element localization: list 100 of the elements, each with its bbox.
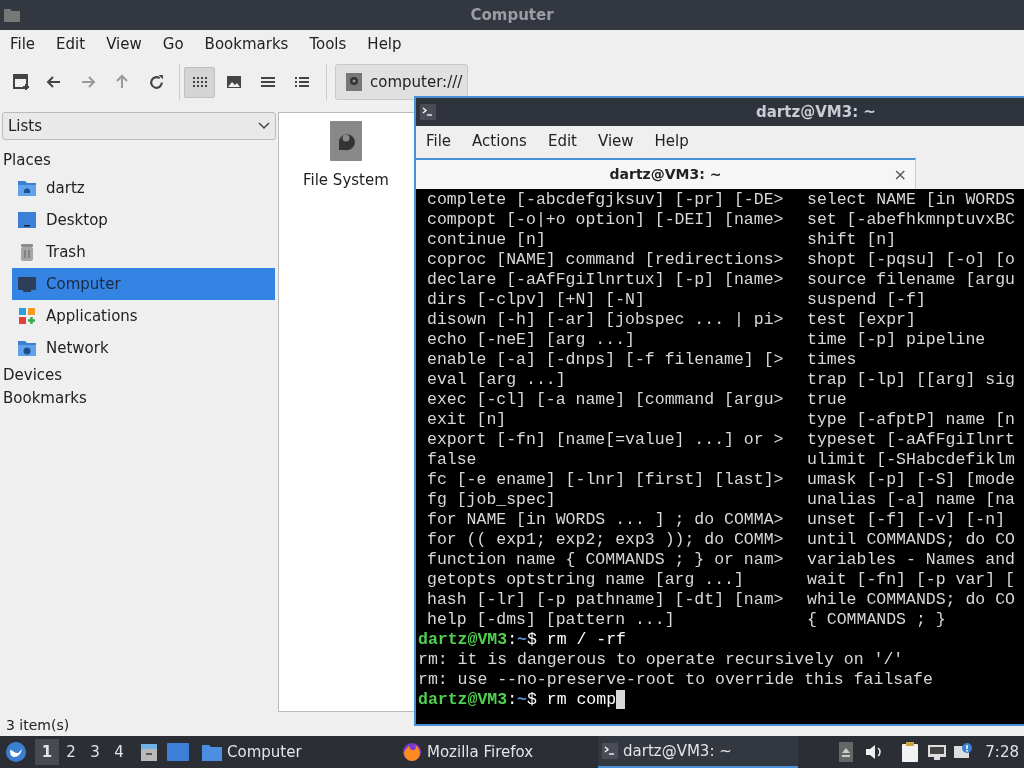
grid-icon bbox=[191, 74, 208, 90]
clipboard-icon[interactable] bbox=[901, 742, 920, 762]
terminal-line: fg [job_spec] bbox=[427, 490, 557, 510]
menu-item[interactable]: Edit bbox=[547, 129, 577, 153]
terminal-line: variables - Names and bbox=[807, 550, 1015, 570]
clock[interactable]: 7:28 bbox=[985, 740, 1019, 764]
network-icon[interactable] bbox=[927, 743, 948, 761]
terminal-line: wait [-fn] [-p var] [ bbox=[807, 570, 1015, 590]
desktop-icon bbox=[17, 210, 37, 230]
terminal-line: source filename [argu bbox=[807, 270, 1015, 290]
monitor-icon bbox=[17, 274, 37, 294]
section-heading: Bookmarks bbox=[2, 388, 88, 409]
terminal-line: while COMMANDS; do CO bbox=[807, 590, 1015, 610]
terminal-line: hash [-lr] [-p pathname] [-dt] [nam> bbox=[427, 590, 785, 610]
menu-item[interactable]: Go bbox=[162, 32, 184, 56]
menu-item[interactable]: Bookmarks bbox=[204, 32, 289, 56]
terminal-line: compopt [-o|+o option] [-DEI] [name> bbox=[427, 210, 785, 230]
menu-item[interactable]: Edit bbox=[56, 32, 86, 56]
terminal-line: until COMMANDS; do CO bbox=[807, 530, 1015, 550]
terminal-line: unalias [-a] name [na bbox=[807, 490, 1015, 510]
sidebar-item[interactable]: Trash bbox=[12, 236, 275, 268]
menu-item[interactable]: File bbox=[426, 129, 452, 153]
terminal-line: echo [-neE] [arg ...] bbox=[427, 330, 636, 350]
section-heading: Devices bbox=[2, 365, 64, 386]
new-tab-icon[interactable] bbox=[12, 73, 30, 91]
view-mode-button[interactable] bbox=[184, 66, 215, 98]
terminal-line: trap [-lp] [[arg] sig bbox=[807, 370, 1015, 390]
sidebar-item[interactable]: Computer bbox=[12, 268, 275, 300]
terminal-line: disown [-h] [-ar] [jobspec ... | pi> bbox=[427, 310, 785, 330]
taskbar-button[interactable]: Mozilla Firefox bbox=[398, 736, 598, 768]
menu-item[interactable]: View bbox=[597, 129, 634, 153]
menu-item[interactable]: Help bbox=[654, 129, 689, 153]
terminal-line: export [-fn] [name[=value] ...] or > bbox=[427, 430, 785, 450]
terminal-line: help [-dms] [pattern ...] bbox=[427, 610, 676, 630]
sidebar-item[interactable]: Desktop bbox=[12, 204, 275, 236]
terminal-line: rm: use --no-preserve-root to override this failsafe bbox=[417, 670, 934, 690]
list-icon bbox=[259, 74, 276, 90]
terminal-line: exit [n] bbox=[427, 410, 508, 430]
side-pane-mode-dropdown[interactable]: Lists bbox=[2, 112, 276, 140]
terminal-line: select NAME [in WORDS bbox=[807, 190, 1015, 210]
drive-icon bbox=[346, 73, 362, 91]
terminal-line: test [expr] bbox=[807, 310, 916, 330]
reload-icon[interactable] bbox=[148, 73, 165, 91]
home-folder-icon bbox=[17, 178, 37, 198]
terminal-line: suspend [-f] bbox=[807, 290, 926, 310]
terminal-line: complete [-abcdefgjksuv] [-pr] [-DE> bbox=[427, 190, 785, 210]
terminal-line: ulimit [-SHabcdefiklm bbox=[807, 450, 1015, 470]
speaker-icon[interactable] bbox=[865, 743, 884, 761]
menu-item[interactable]: Actions bbox=[472, 129, 527, 153]
chevron-down-icon bbox=[258, 122, 270, 130]
terminal-line: shopt [-pqsu] [-o] [o bbox=[807, 250, 1015, 270]
terminal-line: umask [-p] [-S] [mode bbox=[807, 470, 1015, 490]
close-tab-button[interactable]: × bbox=[893, 162, 907, 187]
sidebar-item[interactable]: dartz bbox=[12, 172, 275, 204]
taskbar-button[interactable]: Computer bbox=[198, 736, 398, 768]
status-text: 3 item(s) bbox=[6, 715, 70, 735]
workspace-button[interactable]: 3 bbox=[83, 739, 107, 765]
file-cabinet-icon[interactable] bbox=[139, 742, 159, 762]
terminal-line: fc [-e ename] [-lnr] [first] [last]> bbox=[427, 470, 785, 490]
terminal-line: unset [-f] [-v] [-n] bbox=[807, 510, 1006, 530]
section-heading: Places bbox=[2, 150, 52, 171]
menu-item[interactable]: Tools bbox=[309, 32, 347, 56]
terminal-line: { COMMANDS ; } bbox=[807, 610, 946, 630]
terminal-line: typeset [-aAfFgiIlnrt bbox=[807, 430, 1015, 450]
menu-item[interactable]: File bbox=[10, 32, 36, 56]
terminal-line: for NAME [in WORDS ... ] ; do COMMA> bbox=[427, 510, 785, 530]
menu-item[interactable]: View bbox=[106, 32, 142, 56]
fox-globe-icon bbox=[402, 742, 422, 762]
workspace-button[interactable]: 1 bbox=[35, 739, 59, 765]
folder-icon bbox=[202, 743, 222, 761]
terminal-line: true bbox=[807, 390, 847, 410]
window-title: Computer bbox=[470, 4, 554, 26]
terminal-tab[interactable]: dartz@VM3: ~ × bbox=[416, 158, 916, 189]
workspace-button[interactable]: 4 bbox=[107, 739, 131, 765]
back-icon[interactable] bbox=[46, 74, 62, 90]
menu-item[interactable]: Help bbox=[367, 32, 402, 56]
terminal-line: shift [n] bbox=[807, 230, 897, 250]
prompt-line: dartz@VM3:~$ rm / -rf bbox=[417, 630, 627, 650]
location-button[interactable]: computer:/// bbox=[335, 64, 468, 100]
terminal-line: enable [-a] [-dnps] [-f filename] [> bbox=[427, 350, 785, 370]
bird-logo-icon[interactable] bbox=[5, 741, 27, 763]
sidebar-item[interactable]: Applications bbox=[12, 300, 275, 332]
terminal-icon bbox=[602, 743, 618, 759]
terminal-icon bbox=[420, 104, 436, 120]
sidebar-item[interactable]: Network bbox=[12, 332, 275, 364]
terminal-line: for (( exp1; exp2; exp3 )); do COMM> bbox=[427, 530, 785, 550]
image-icon bbox=[225, 74, 242, 90]
file-item[interactable]: File System bbox=[303, 121, 389, 192]
window-title: dartz@VM3: ~ bbox=[756, 101, 876, 123]
taskbar-button[interactable]: dartz@VM3: ~ bbox=[598, 736, 798, 768]
network-folder-icon bbox=[17, 338, 37, 358]
prompt-line: dartz@VM3:~$ rm comp bbox=[416, 690, 1024, 710]
terminal-line: getopts optstring name [arg ...] bbox=[427, 570, 745, 590]
terminal-line: times bbox=[807, 350, 857, 370]
terminal-line: dirs [-clpv] [+N] [-N] bbox=[427, 290, 646, 310]
eject-icon[interactable] bbox=[839, 742, 854, 762]
folder-icon bbox=[4, 7, 20, 23]
terminal-line: eval [arg ...] bbox=[427, 370, 567, 390]
terminal-line: type [-afptP] name [n bbox=[807, 410, 1015, 430]
workspace-button[interactable]: 2 bbox=[59, 739, 83, 765]
